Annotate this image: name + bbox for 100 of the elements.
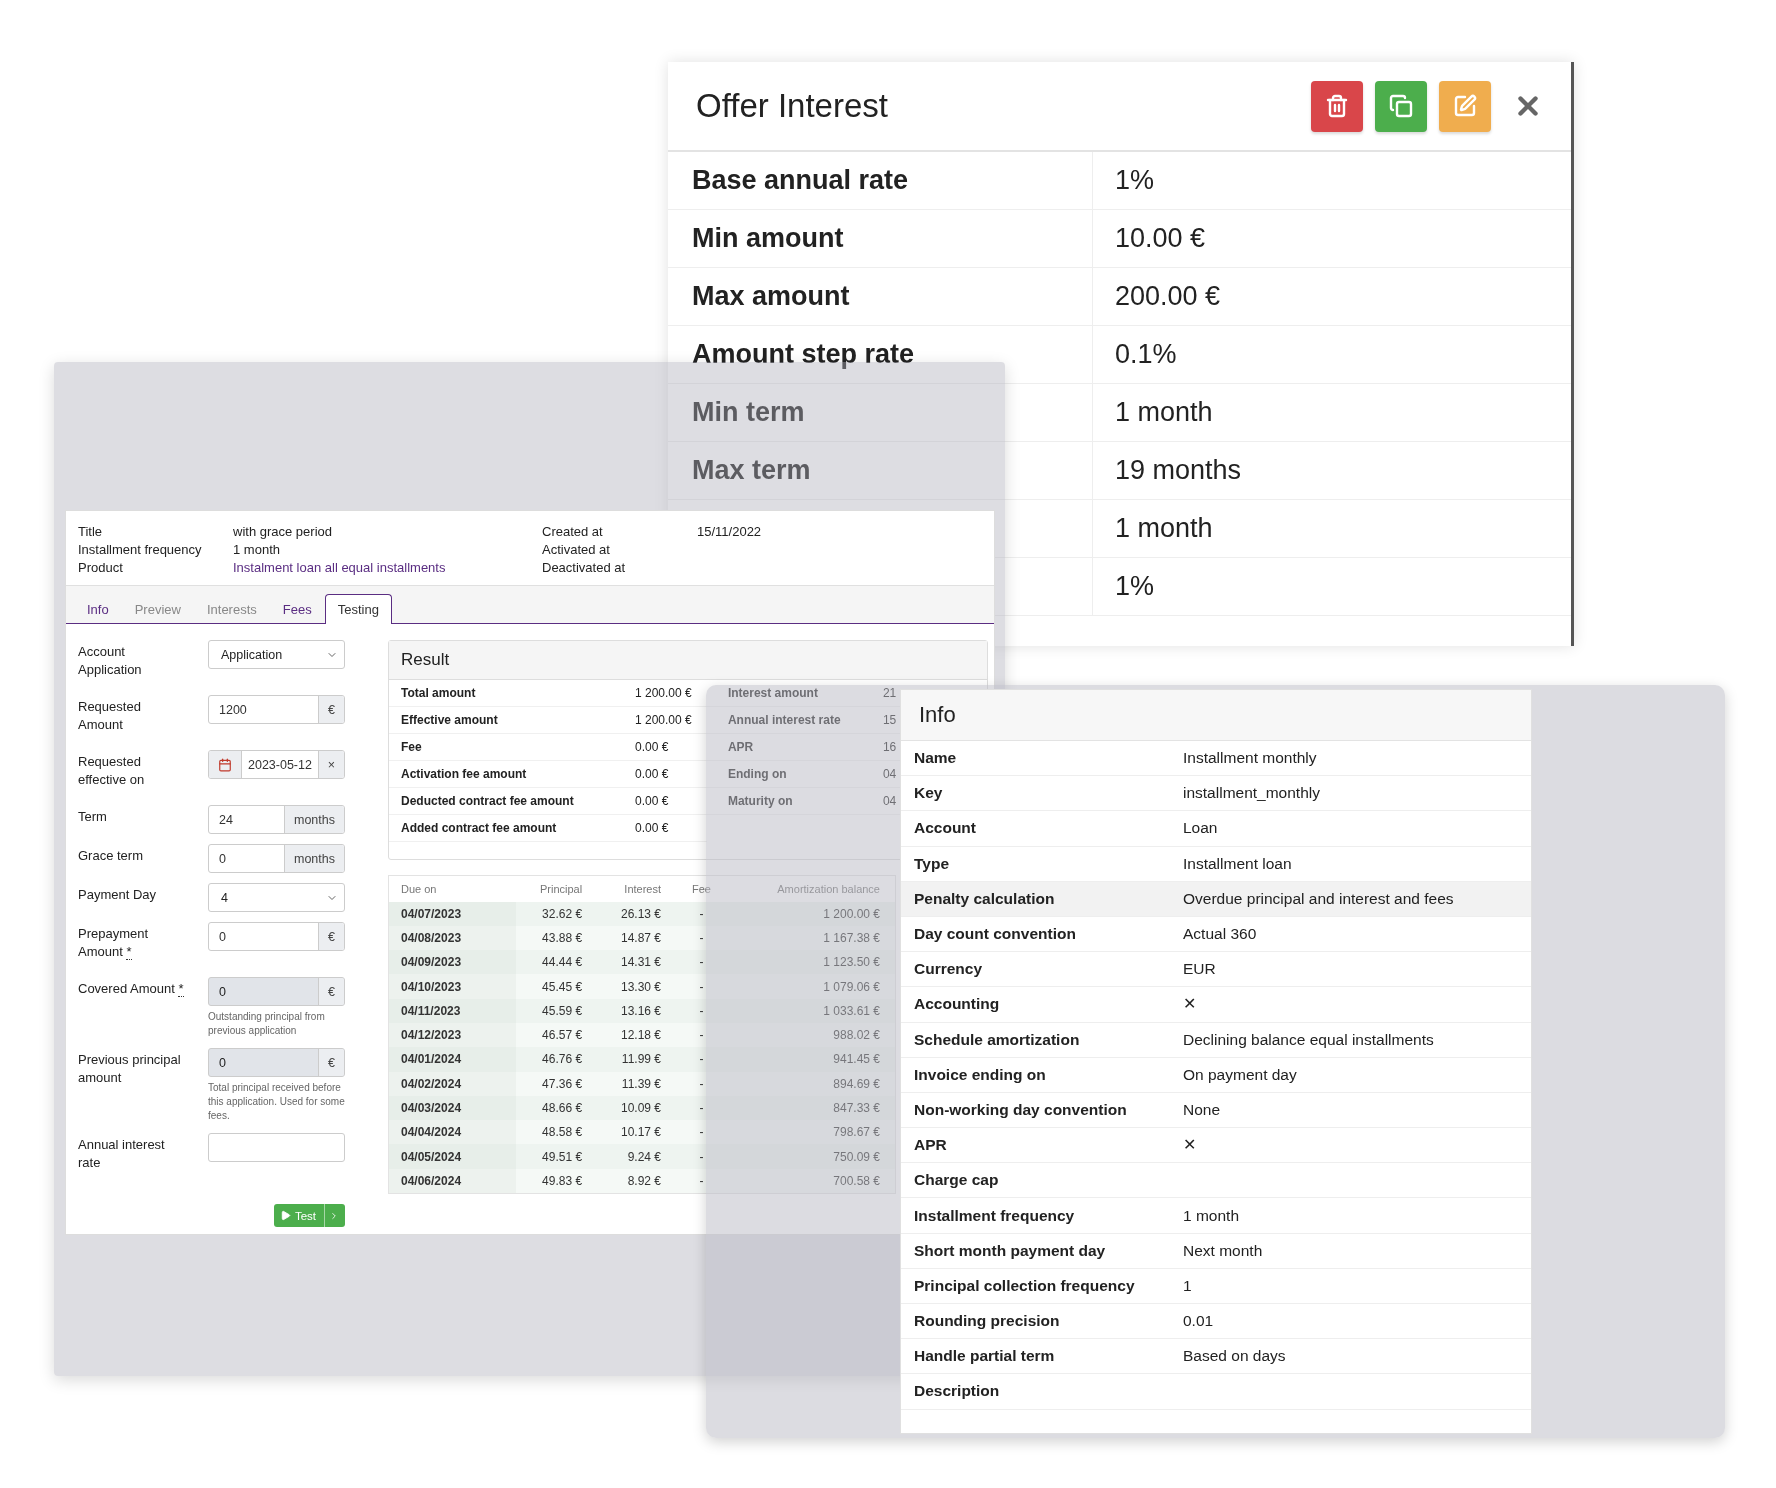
row-value: None	[1183, 1100, 1222, 1119]
table-cell: 11.99 €	[591, 1047, 669, 1072]
input-addon: months	[284, 806, 344, 833]
input-field[interactable]: 0 €	[208, 922, 345, 951]
table-cell: 32.62 €	[516, 901, 592, 926]
row-value: 19 months	[1115, 455, 1242, 486]
result-value: 0.00 €	[635, 794, 669, 808]
table-cell: 04/07/2023	[388, 901, 517, 926]
table-cell: 13.30 €	[591, 974, 669, 999]
table-cell: 45.59 €	[516, 998, 592, 1023]
field-value: 15/11/2022	[697, 524, 763, 539]
row-label: Key	[913, 784, 944, 803]
input-addon: €	[318, 1049, 344, 1076]
row-value: 200.00 €	[1115, 281, 1221, 312]
row-value: installment_monthly	[1183, 784, 1321, 803]
table-cell: 750.09 €	[733, 1144, 896, 1169]
row-label: Base annual rate	[692, 165, 909, 196]
row-label: Account	[913, 819, 977, 838]
row-value: 1 month	[1115, 397, 1213, 428]
row-label: Day count convention	[913, 925, 1077, 944]
field-label: Product	[78, 560, 124, 575]
table-cell: 10.09 €	[591, 1095, 669, 1121]
edit-button[interactable]	[1439, 80, 1491, 132]
result-value: 0.00 €	[635, 740, 669, 754]
row-label: Name	[913, 749, 958, 768]
panel-title: Info	[901, 690, 1531, 741]
field-label: Account Application	[78, 643, 143, 679]
input-field[interactable]: 24 months	[208, 805, 345, 834]
table-cell: 1 200.00 €	[733, 901, 896, 926]
product-link[interactable]: Instalment loan all equal installments	[233, 560, 542, 575]
date-field[interactable]: 2023-05-12 ×	[208, 750, 345, 779]
input-field[interactable]	[208, 1133, 345, 1162]
input-field[interactable]: 0 months	[208, 844, 345, 873]
result-value: 15	[882, 713, 897, 727]
table-cell: 04/06/2024	[388, 1168, 517, 1194]
table-cell: -	[669, 1047, 734, 1072]
input-addon: months	[284, 845, 344, 872]
result-value: 04	[882, 794, 897, 808]
column-header: Due on	[388, 875, 517, 902]
row-value: Loan	[1183, 819, 1219, 838]
table-cell: 8.92 €	[591, 1168, 669, 1194]
table-cell: 700.58 €	[733, 1168, 896, 1194]
help-text: Outstanding principal from previous application	[208, 1010, 326, 1038]
row-value: Declining balance equal installments	[1183, 1030, 1435, 1049]
input-addon: €	[318, 696, 344, 723]
table-cell: 11.39 €	[591, 1071, 669, 1096]
input-field[interactable]: 1200 €	[208, 695, 345, 724]
row-value: Based on days	[1183, 1347, 1287, 1366]
row-label: Amount step rate	[692, 339, 915, 370]
field-label: Requested effective on	[78, 753, 146, 789]
result-label: Maturity on	[726, 794, 794, 808]
table-cell: 1 167.38 €	[733, 925, 896, 951]
column-header: Fee	[669, 875, 734, 902]
row-value: Overdue principal and interest and fees	[1183, 889, 1455, 908]
table-cell: 988.02 €	[733, 1023, 896, 1048]
table-cell: -	[669, 901, 734, 926]
table-cell: 04/04/2024	[388, 1120, 517, 1145]
clear-button[interactable]: ×	[317, 751, 344, 778]
select-field[interactable]: 4	[208, 883, 345, 912]
row-value: Actual 360	[1183, 925, 1258, 944]
table-cell: 04/12/2023	[388, 1023, 517, 1048]
result-label: Added contract fee amount	[400, 821, 558, 835]
table-cell: -	[669, 1023, 734, 1048]
table-cell: 43.88 €	[516, 925, 592, 951]
table-cell: 04/01/2024	[388, 1047, 517, 1072]
table-cell: 04/10/2023	[388, 974, 517, 999]
row-label: Type	[913, 854, 951, 873]
tab[interactable]: Fees	[269, 594, 325, 624]
field-label: Deactivated at	[542, 560, 627, 575]
tab[interactable]: Testing	[324, 594, 392, 624]
select-field[interactable]: Application	[208, 640, 345, 669]
copy-button[interactable]	[1375, 80, 1427, 132]
table-cell: -	[669, 1071, 734, 1096]
row-label: Schedule amortization	[913, 1030, 1081, 1049]
row-value: ✕	[1183, 995, 1197, 1014]
table-cell: 1 123.50 €	[733, 950, 896, 975]
delete-button[interactable]	[1311, 80, 1363, 132]
table-cell: 14.31 €	[591, 950, 669, 975]
result-value: 04	[882, 767, 897, 781]
result-label: Deducted contract fee amount	[400, 794, 575, 808]
result-label: Effective amount	[400, 713, 499, 727]
row-label: Max amount	[692, 281, 850, 312]
table-cell: 847.33 €	[733, 1095, 896, 1121]
field-label: Installment frequency	[78, 542, 203, 557]
row-value: 1 month	[1183, 1206, 1240, 1225]
input-addon: €	[318, 923, 344, 950]
field-value: 1 month	[233, 542, 281, 557]
row-value: 1 month	[1115, 513, 1213, 544]
field-label: Prepayment Amount *	[78, 925, 150, 961]
result-value: 0.00 €	[635, 767, 669, 781]
table-cell: 14.87 €	[591, 925, 669, 951]
result-value: 0.00 €	[635, 821, 669, 835]
field-label: Requested Amount	[78, 698, 142, 734]
result-value: 1 200.00 €	[635, 686, 692, 700]
tab[interactable]: Info	[74, 594, 122, 624]
row-label: Max term	[692, 455, 811, 486]
help-text: Total principal received before this application. Used for some fees.	[208, 1081, 345, 1123]
table-cell: -	[669, 1144, 734, 1169]
field-label: Annual interest rate	[78, 1136, 166, 1172]
table-cell: 798.67 €	[733, 1120, 896, 1145]
